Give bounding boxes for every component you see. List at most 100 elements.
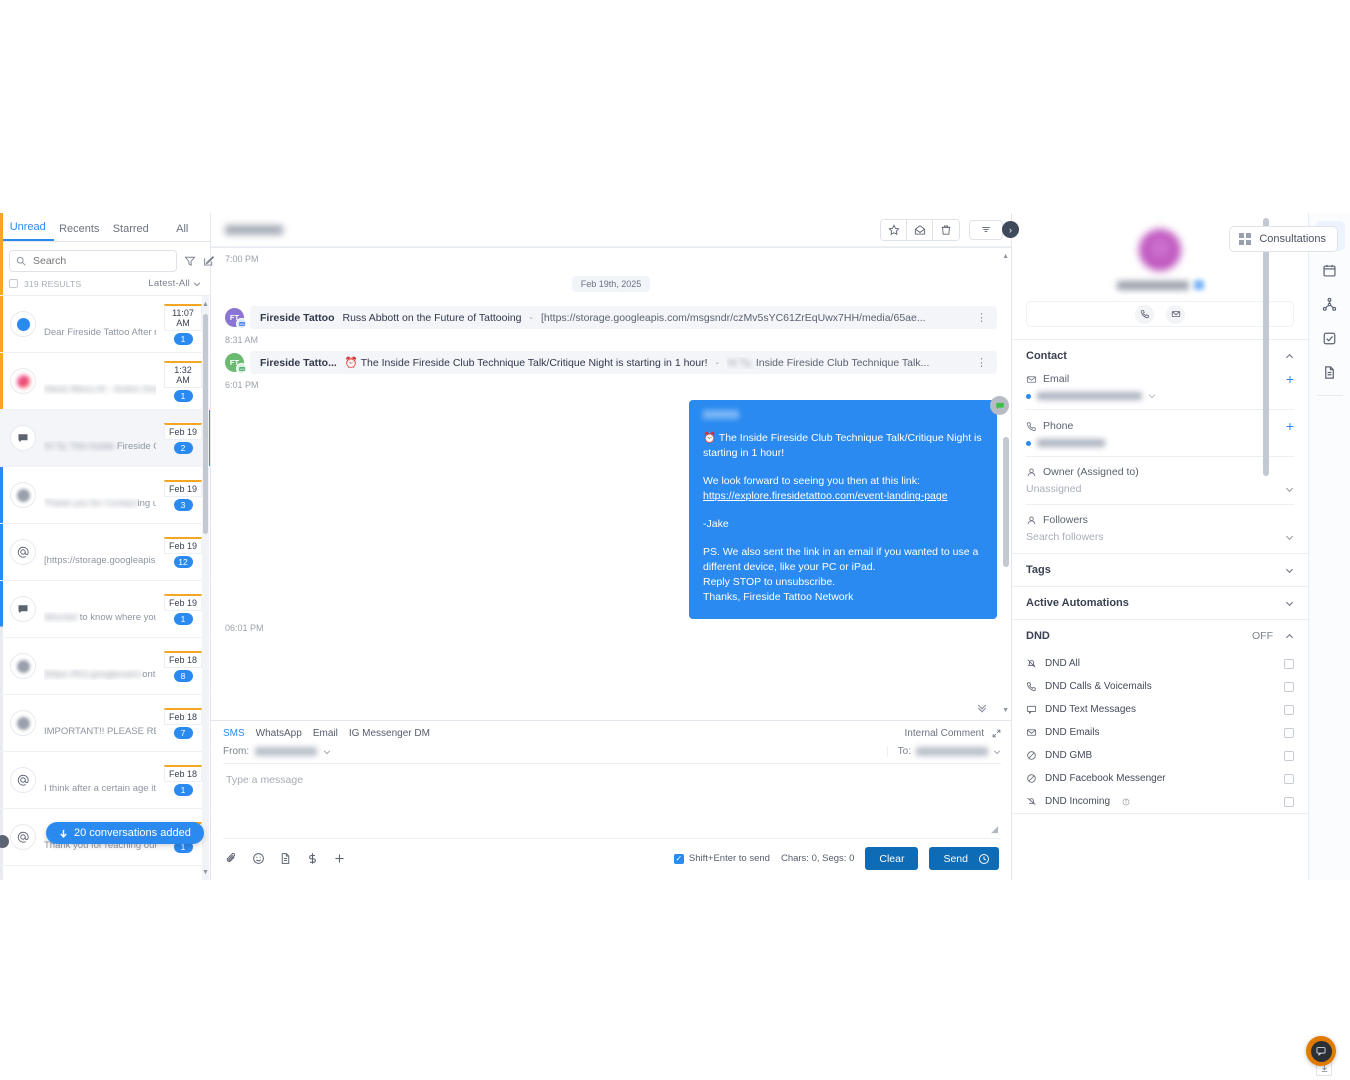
to-value[interactable]	[916, 747, 988, 756]
list-item[interactable]: Dear Fireside Tattoo After review 11:07 …	[0, 296, 210, 353]
chat-icon	[1026, 705, 1037, 715]
tab-starred[interactable]: Starred	[105, 223, 157, 241]
contact-panel: Contact Email + Phone + Owner (Assigned …	[1011, 213, 1308, 880]
preview-text: ing us.	[137, 498, 156, 509]
list-item[interactable]: Alerts Menu AI - Action Immed 1:32 AM 1	[0, 353, 210, 410]
dnd-checkbox[interactable]	[1284, 773, 1294, 784]
message-menu-icon[interactable]: ⋮	[976, 311, 987, 324]
panel-scrollbar[interactable]	[1263, 215, 1269, 878]
list-scrollbar[interactable]: ▲ ▼	[202, 296, 209, 880]
tab-ig-messenger-dm[interactable]: IG Messenger DM	[349, 728, 430, 739]
add-email-button[interactable]: +	[1286, 372, 1294, 386]
chevron-up-icon	[1285, 353, 1294, 358]
template-icon[interactable]	[279, 852, 292, 865]
list-item[interactable]: [https://storage.googleapis.com Feb 19 1…	[0, 524, 210, 581]
conversation-items: Dear Fireside Tattoo After review 11:07 …	[0, 295, 210, 880]
contact-name	[44, 481, 156, 492]
rail-calendar-button[interactable]	[1315, 255, 1345, 285]
collapse-panel-button[interactable]: ›	[1002, 221, 1019, 238]
tab-whatsapp[interactable]: WhatsApp	[256, 728, 302, 739]
list-item[interactable]: Thank you for Contacting us. Feb 19 3	[0, 467, 210, 524]
dnd-checkbox[interactable]	[1284, 727, 1294, 738]
rail-documents-button[interactable]	[1315, 357, 1345, 387]
dnd-checkbox[interactable]	[1284, 658, 1294, 669]
phone-icon	[1140, 310, 1149, 319]
timestamp: 1:32 AM	[164, 360, 202, 388]
dnd-checkbox[interactable]	[1284, 750, 1294, 761]
scroll-to-bottom-icon[interactable]	[975, 702, 989, 714]
list-item[interactable]: Worried to know where you are k Feb 19 1	[0, 581, 210, 638]
send-button[interactable]: Send	[929, 847, 999, 870]
dnd-checkbox[interactable]	[1284, 704, 1294, 715]
at-icon	[17, 831, 29, 843]
event-link[interactable]: https://explore.firesidetattoo.com/event…	[703, 490, 948, 502]
internal-comment-toggle[interactable]: Internal Comment	[905, 728, 984, 739]
shift-enter-toggle[interactable]: ✓ Shift+Enter to send	[673, 853, 770, 864]
avatar	[10, 596, 36, 622]
call-button[interactable]	[1135, 304, 1154, 324]
envelope-icon	[1026, 375, 1037, 383]
tab-unread[interactable]: Unread	[2, 221, 54, 241]
payment-icon[interactable]	[306, 852, 319, 865]
envelope-icon	[1171, 311, 1180, 317]
scroll-down-arrow[interactable]: ▼	[202, 866, 209, 878]
dnd-checkbox[interactable]	[1284, 796, 1294, 807]
scroll-up-arrow[interactable]: ▲	[1002, 253, 1009, 260]
search-input[interactable]	[31, 254, 170, 268]
clear-button[interactable]: Clear	[865, 847, 919, 870]
help-widget-button[interactable]	[1306, 1036, 1336, 1066]
select-all-checkbox[interactable]	[9, 279, 18, 288]
consultations-button[interactable]: Consultations	[1229, 226, 1338, 252]
primary-indicator	[1026, 440, 1031, 446]
list-item[interactable]: [https://lh3.googleusercontent.c Feb 18 …	[0, 638, 210, 695]
message-row[interactable]: FT Fireside Tatto... ⏰ The Inside Firesi…	[225, 351, 997, 374]
search-box[interactable]	[9, 250, 177, 272]
scroll-thumb[interactable]	[203, 314, 208, 534]
followers-label: Followers	[1043, 514, 1088, 526]
thread-scrollbar[interactable]: ▲ ▼	[1002, 253, 1009, 714]
attachment-icon[interactable]	[225, 852, 238, 865]
dnd-checkbox[interactable]	[1284, 681, 1294, 692]
rail-tasks-button[interactable]	[1315, 323, 1345, 353]
email-button[interactable]	[1166, 304, 1185, 324]
add-more-icon[interactable]	[333, 852, 346, 865]
owner-label: Owner (Assigned to)	[1043, 466, 1139, 478]
scroll-down-arrow[interactable]: ▼	[1002, 707, 1009, 714]
delete-button[interactable]	[933, 219, 959, 240]
list-item[interactable]: IMPORTANT!! PLEASE READ!! He Feb 18 7	[0, 695, 210, 752]
scroll-thumb[interactable]	[1003, 437, 1009, 568]
list-item[interactable]: I think after a certain age it's be. Feb…	[0, 752, 210, 809]
dnd-label: DND Calls & Voicemails	[1045, 681, 1152, 692]
filter-button[interactable]	[969, 219, 1003, 240]
sort-selector[interactable]: Latest-All	[148, 278, 201, 289]
list-item[interactable]: Hi Ty, The Inside Fireside Clu Feb 19 2	[0, 410, 210, 467]
tab-recents[interactable]: Recents	[54, 223, 106, 241]
message-summary-bar[interactable]: Fireside Tattoo Russ Abbott on the Futur…	[250, 306, 997, 329]
star-button[interactable]	[881, 219, 907, 240]
dnd-label: DND Emails	[1045, 727, 1100, 738]
message-menu-icon[interactable]: ⋮	[976, 356, 987, 369]
unread-badge: 7	[173, 726, 193, 739]
tab-sms[interactable]: SMS	[223, 728, 245, 739]
dollar-icon	[309, 853, 316, 864]
tab-email[interactable]: Email	[313, 728, 338, 739]
info-icon[interactable]	[1122, 798, 1130, 806]
new-conversations-toast[interactable]: 20 conversations added	[46, 822, 204, 844]
tab-all[interactable]: All	[157, 223, 209, 241]
scroll-up-arrow[interactable]: ▲	[202, 298, 209, 310]
message-input[interactable]: Type a message ◢	[223, 764, 1001, 838]
message-summary-bar[interactable]: Fireside Tatto... ⏰ The Inside Fireside …	[250, 351, 997, 374]
arrow-down-icon	[60, 829, 67, 838]
expand-composer-icon[interactable]	[992, 729, 1001, 738]
rail-opportunities-button[interactable]	[1315, 289, 1345, 319]
from-value[interactable]	[255, 747, 318, 756]
message-row[interactable]: FT Fireside Tattoo Russ Abbott on the Fu…	[225, 306, 997, 329]
scroll-thumb[interactable]	[1263, 218, 1269, 476]
timestamp: Feb 18	[164, 707, 202, 725]
contact-name	[1112, 280, 1208, 290]
filter-icon[interactable]	[184, 255, 196, 267]
mark-unread-button[interactable]	[907, 219, 933, 240]
emoji-icon[interactable]	[252, 852, 265, 865]
resize-handle[interactable]: ◢	[991, 824, 998, 835]
add-phone-button[interactable]: +	[1286, 419, 1294, 433]
